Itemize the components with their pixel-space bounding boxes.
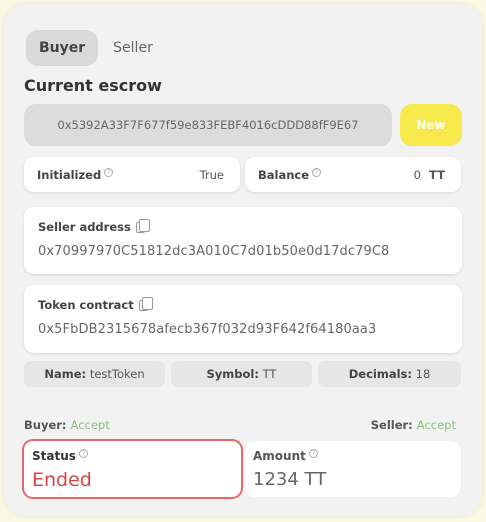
initialized-card: Initialized? True (24, 157, 240, 192)
escrow-address-input[interactable]: 0x5392A33F7F677f59e833FEBF4016cDDD88fF9E… (24, 104, 392, 146)
token-name-value: testToken (89, 367, 145, 381)
token-decimals-badge: Decimals: 18 (318, 361, 461, 387)
tab-buyer[interactable]: Buyer (26, 30, 99, 66)
status-label: Status (32, 449, 76, 463)
initialized-label-wrap: Initialized? (37, 168, 114, 182)
token-contract-card: Token contract 0x5FbDB2315678afecb367f03… (24, 285, 462, 353)
seller-state-value: Accept (416, 418, 456, 432)
role-tabs: Buyer Seller (26, 30, 166, 66)
tab-seller[interactable]: Seller (100, 30, 166, 66)
info-icon[interactable]: ? (78, 449, 88, 458)
status-label-wrap: Status? (32, 449, 88, 463)
token-contract-value: 0x5FbDB2315678afecb367f032d93F642f64180a… (38, 322, 377, 337)
seller-state: Seller: Accept (371, 418, 456, 432)
status-card: Status? Ended (22, 439, 243, 499)
balance-card: Balance? 0 TT (245, 157, 461, 192)
token-decimals-label: Decimals: (348, 367, 412, 381)
seller-state-label: Seller: (370, 418, 413, 432)
new-escrow-button[interactable]: New (400, 104, 462, 146)
copy-icon[interactable] (135, 219, 150, 233)
info-icon[interactable]: ? (312, 168, 322, 177)
buyer-state-label: Buyer: (24, 418, 67, 432)
amount-card: Amount? 1234 TT (245, 441, 461, 497)
token-symbol-value: TT (262, 367, 277, 381)
initialized-value: True (199, 168, 224, 182)
copy-icon[interactable] (138, 297, 153, 311)
token-name-badge: Name: testToken (24, 361, 165, 387)
buyer-state: Buyer: Accept (24, 418, 110, 432)
amount-label-wrap: Amount? (253, 449, 318, 463)
amount-label: Amount (253, 449, 306, 463)
balance-unit: TT (429, 168, 445, 182)
token-contract-label: Token contract (38, 298, 134, 312)
token-name-label: Name: (44, 367, 87, 381)
balance-label: Balance (258, 168, 310, 182)
token-symbol-label: Symbol: (206, 367, 259, 381)
token-contract-label-wrap: Token contract (38, 297, 153, 312)
seller-address-card: Seller address 0x70997970C51812dc3A010C7… (24, 207, 462, 274)
seller-address-label: Seller address (38, 220, 131, 234)
status-value: Ended (32, 469, 92, 491)
amount-value: 1234 TT (253, 469, 327, 490)
info-icon[interactable]: ? (104, 168, 114, 177)
seller-address-value: 0x70997970C51812dc3A010C7d01b50e0d17dc79… (38, 244, 390, 259)
initialized-label: Initialized (37, 168, 102, 182)
info-icon[interactable]: ? (308, 449, 318, 458)
balance-value: 0 (413, 168, 421, 182)
current-escrow-title: Current escrow (24, 76, 162, 95)
token-symbol-badge: Symbol: TT (171, 361, 312, 387)
balance-label-wrap: Balance? (258, 168, 322, 182)
token-decimals-value: 18 (415, 367, 431, 381)
buyer-state-value: Accept (70, 418, 110, 432)
seller-address-label-wrap: Seller address (38, 219, 150, 234)
